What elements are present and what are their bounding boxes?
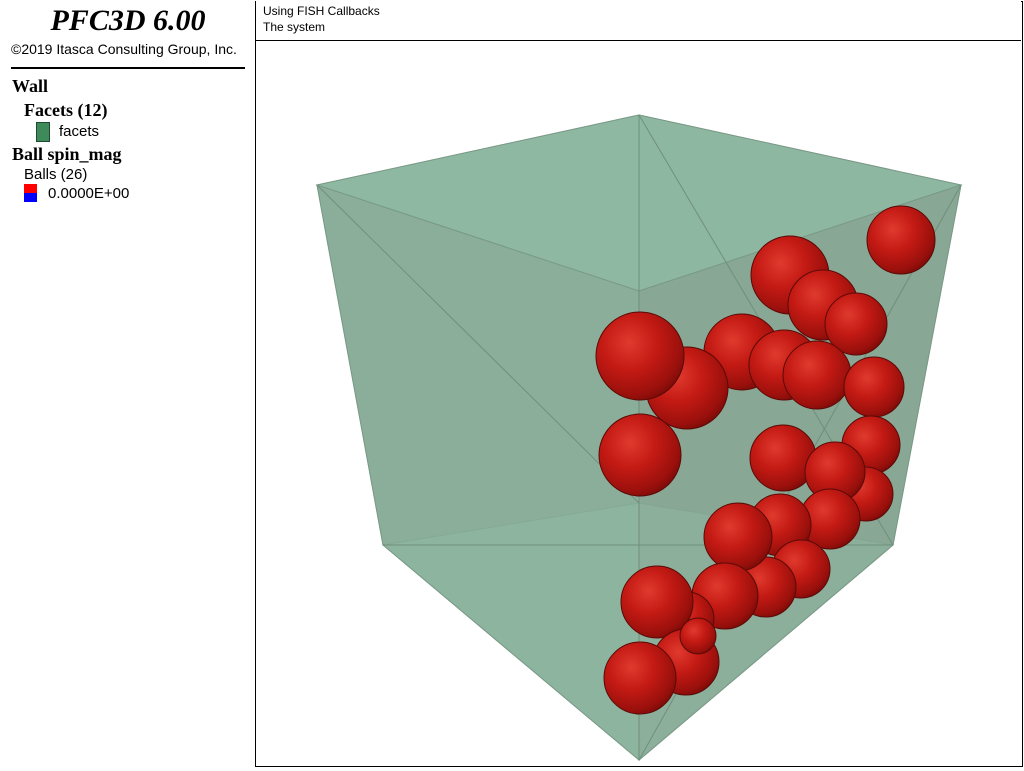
ball [703,502,773,572]
facets-swatch [36,122,50,142]
facets-label: facets [59,123,100,140]
facets-heading: Facets (12) [24,100,108,120]
legend-panel: PFC3D 6.00 ©2019 Itasca Consulting Group… [1,1,256,767]
balls-count-label: Balls (26) [24,166,88,183]
header-title-line: Using FISH Callbacks [263,4,380,18]
copyright-text: ©2019 Itasca Consulting Group, Inc. [11,41,237,57]
wall-heading: Wall [12,76,49,96]
ball [782,340,852,410]
ball-spin-heading: Ball spin_mag [12,144,122,164]
3d-viewport[interactable] [257,41,1021,766]
ball [598,413,682,497]
ball [595,311,685,401]
spin-value-label: 0.0000E+00 [48,185,130,202]
title-header: Using FISH Callbacks The system [256,1,1021,41]
ball [679,617,717,655]
ball [603,641,677,715]
app-title: PFC3D 6.00 [50,4,206,37]
scene-svg [315,114,963,762]
ball [866,205,936,275]
header-subtitle-line: The system [263,20,326,34]
ball [843,356,905,418]
legend-divider [11,67,245,69]
spin-colorbar-swatch [24,184,37,202]
